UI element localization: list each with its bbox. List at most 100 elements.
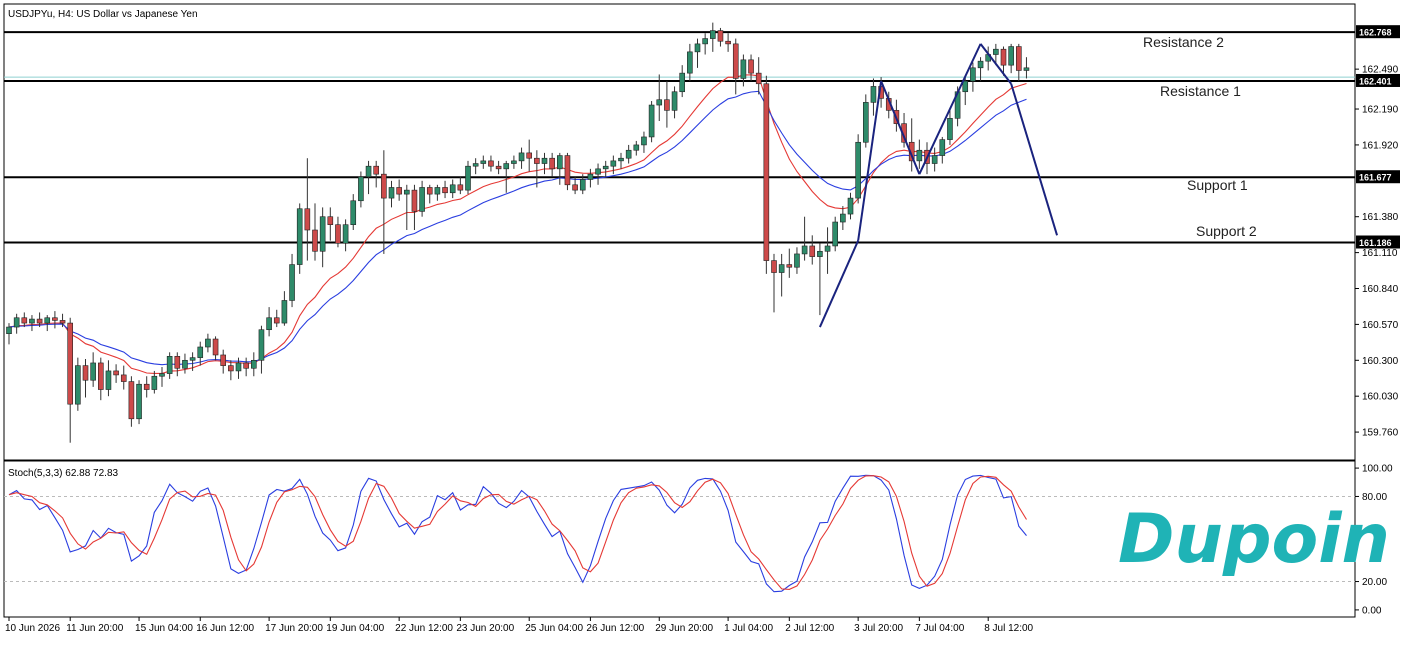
candle-body — [59, 320, 66, 324]
candle-body — [327, 216, 334, 225]
time-tick: 11 Jun 20:00 — [66, 623, 124, 634]
candle-body — [426, 187, 433, 195]
time-tick: 2 Jul 12:00 — [785, 623, 834, 634]
candle-body — [273, 317, 280, 324]
candle-body — [105, 370, 112, 390]
candle-body — [939, 139, 946, 156]
candle-body — [687, 51, 693, 74]
candle-body — [503, 163, 510, 170]
candle-body — [388, 187, 395, 199]
candle-body — [855, 141, 861, 199]
candle-body — [717, 30, 724, 42]
time-tick: 16 Jun 12:00 — [196, 623, 254, 634]
candle-body — [442, 187, 448, 194]
candle-body — [220, 354, 226, 366]
candle-body — [1015, 46, 1022, 71]
candle-body — [847, 197, 854, 215]
candle-body — [358, 176, 364, 202]
candle-body — [151, 375, 158, 390]
candle-body — [549, 157, 555, 170]
candle-body — [809, 245, 816, 257]
candle-body — [312, 229, 318, 252]
candle-body — [205, 338, 211, 348]
candle-body — [434, 187, 441, 195]
level-price-label: 162.768 — [1359, 28, 1392, 38]
time-tick: 7 Jul 04:00 — [915, 623, 964, 634]
candle-body — [75, 365, 81, 405]
candle-body — [579, 179, 586, 191]
candle-body — [174, 356, 181, 369]
support-1-label: Support 1 — [1187, 177, 1248, 193]
candle-body — [625, 149, 632, 159]
candle-body — [870, 86, 877, 103]
candle-body — [289, 264, 295, 301]
candle-body — [970, 67, 976, 82]
price-tick: 160.300 — [1362, 356, 1399, 367]
candle-body — [832, 221, 839, 247]
candle-body — [197, 346, 204, 358]
candle-body — [534, 157, 540, 164]
candle-body — [159, 373, 165, 377]
candle-body — [1008, 46, 1014, 66]
candle-body — [679, 72, 686, 93]
price-tick: 161.380 — [1362, 212, 1399, 223]
candle-body — [488, 160, 494, 167]
candle-body — [732, 43, 739, 79]
candle-body — [6, 326, 12, 335]
candle-body — [664, 99, 670, 111]
candle-body — [44, 317, 51, 324]
candle-body — [786, 264, 793, 268]
candle-body — [671, 91, 678, 111]
candle-body — [113, 370, 119, 376]
candle-body — [778, 264, 785, 273]
candle-body — [52, 317, 58, 321]
time-tick: 17 Jun 20:00 — [265, 623, 323, 634]
candle-body — [480, 160, 487, 164]
price-tick: 159.760 — [1362, 428, 1399, 439]
candle-body — [36, 318, 43, 324]
candle-body — [342, 224, 349, 244]
level-price-label: 161.677 — [1359, 173, 1392, 183]
candle-body — [13, 317, 20, 328]
candle-body — [633, 144, 640, 151]
candle-body — [801, 245, 808, 255]
stoch-label: Stoch(5,3,3) 62.88 72.83 — [8, 468, 119, 479]
candle-body — [572, 184, 578, 191]
candle-body — [541, 157, 548, 164]
price-tick: 161.110 — [1362, 248, 1398, 259]
candle-body — [67, 322, 73, 405]
candle-body — [419, 187, 425, 212]
candle-body — [771, 260, 777, 273]
candle-body — [335, 224, 341, 244]
candle-body — [90, 362, 96, 381]
candle-body — [120, 374, 127, 382]
candle-body — [564, 155, 571, 186]
level-price-label: 162.401 — [1359, 76, 1392, 86]
candle-body — [136, 383, 142, 420]
candle-body — [916, 149, 923, 162]
candle-body — [472, 163, 479, 167]
candle-body — [350, 200, 357, 225]
time-tick: 10 Jun 2026 — [5, 623, 60, 634]
candle-body — [304, 208, 311, 231]
candle-body — [618, 157, 624, 162]
time-tick: 3 Jul 20:00 — [854, 623, 903, 634]
time-tick: 26 Jun 12:00 — [586, 623, 644, 634]
candle-body — [182, 359, 188, 369]
candle-body — [373, 165, 380, 175]
candle-body — [556, 155, 563, 170]
time-tick: 19 Jun 04:00 — [326, 623, 384, 634]
candle-body — [763, 83, 770, 261]
time-tick: 29 Jun 20:00 — [655, 623, 713, 634]
support-2-label: Support 2 — [1196, 223, 1257, 239]
time-tick: 8 Jul 12:00 — [984, 623, 1033, 634]
candle-body — [709, 30, 716, 39]
candle-body — [21, 317, 28, 324]
candle-body — [381, 173, 387, 199]
stoch-tick: 0.00 — [1362, 605, 1382, 616]
candle-body — [403, 189, 410, 195]
candle-body — [602, 165, 609, 170]
candle-body — [962, 80, 969, 93]
candle-body — [228, 365, 234, 372]
candle-body — [396, 187, 402, 195]
